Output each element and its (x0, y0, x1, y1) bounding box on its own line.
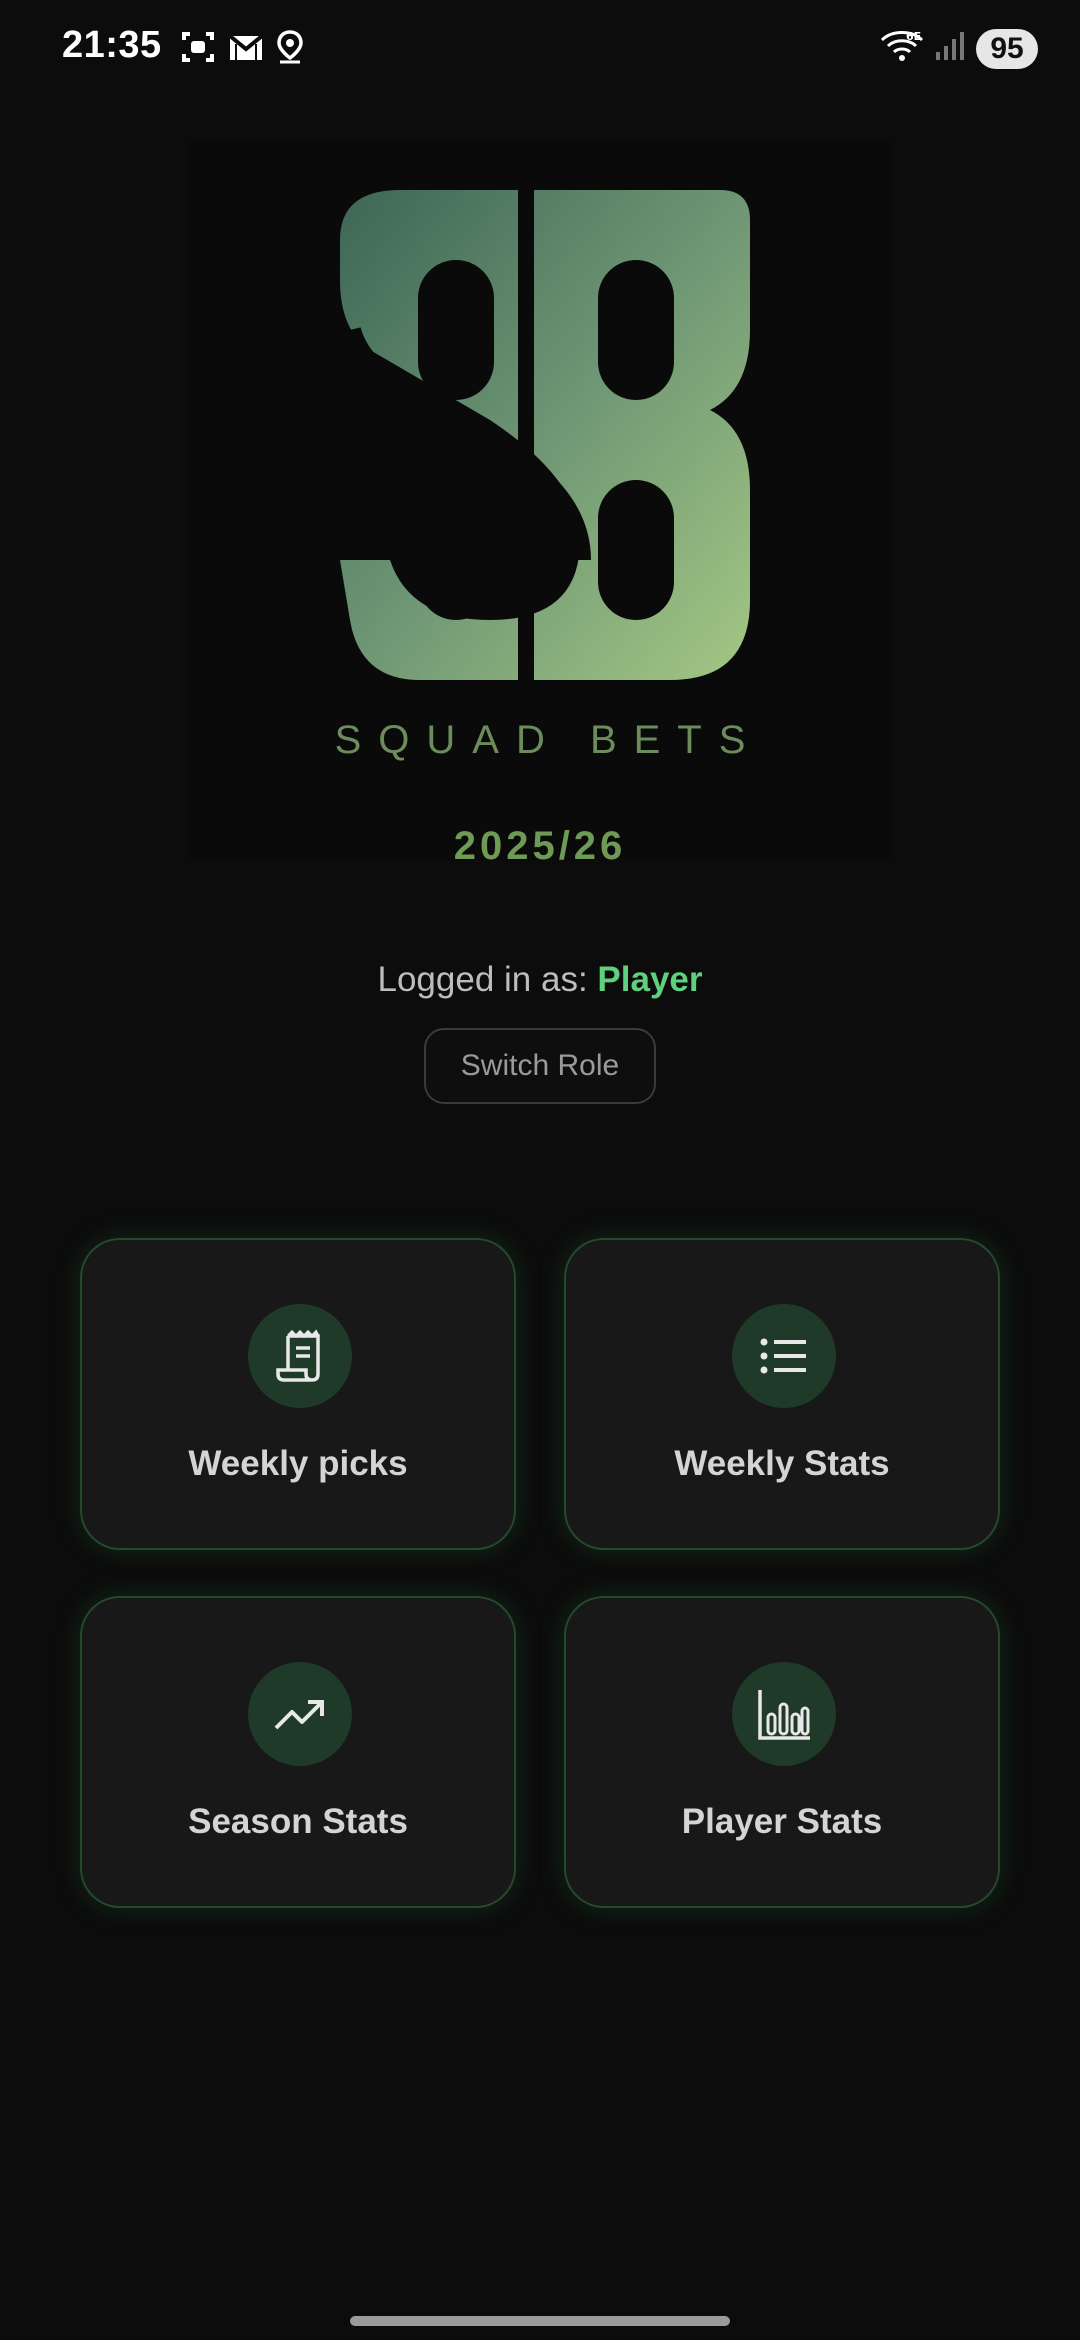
sb-logo-mark (339, 190, 750, 680)
bar-chart-icon (732, 1662, 836, 1766)
switch-role-button[interactable]: Switch Role (424, 1028, 656, 1104)
status-icons-left (180, 30, 304, 64)
svg-text:6E: 6E (906, 30, 921, 43)
player-stats-label: Player Stats (681, 1802, 883, 1841)
signal-icon (934, 30, 966, 67)
status-bar: 21:35 6E 95 (0, 0, 1080, 100)
weekly-picks-label: Weekly picks (188, 1444, 408, 1483)
logged-in-line: Logged in as: Player (0, 960, 1080, 1000)
current-role: Player (597, 960, 703, 999)
status-icons-right: 6E 95 (880, 28, 1038, 69)
logged-in-prefix: Logged in as: (377, 960, 588, 999)
player-stats-card[interactable]: Player Stats (564, 1596, 1000, 1908)
wifi-6e-icon: 6E (880, 28, 924, 69)
home-screen: 21:35 6E 95 SQUAD BETS 2025/26 Logged in… (0, 0, 1080, 2340)
gmail-icon (228, 32, 264, 62)
battery-indicator: 95 (976, 28, 1038, 69)
list-icon (732, 1304, 836, 1408)
home-indicator[interactable] (350, 2316, 730, 2326)
weekly-stats-card[interactable]: Weekly Stats (564, 1238, 1000, 1550)
receipt-icon (248, 1304, 352, 1408)
app-logo (0, 180, 1080, 700)
screenshot-icon (180, 30, 216, 64)
status-time: 21:35 (62, 24, 162, 66)
location-icon (276, 30, 304, 64)
weekly-picks-card[interactable]: Weekly picks (80, 1238, 516, 1550)
season-label: 2025/26 (453, 824, 627, 868)
season-stats-card[interactable]: Season Stats (80, 1596, 516, 1908)
trending-up-icon (248, 1662, 352, 1766)
weekly-stats-label: Weekly Stats (674, 1444, 890, 1483)
season-stats-label: Season Stats (188, 1802, 408, 1841)
brand-tagline: SQUAD BETS (334, 718, 763, 762)
